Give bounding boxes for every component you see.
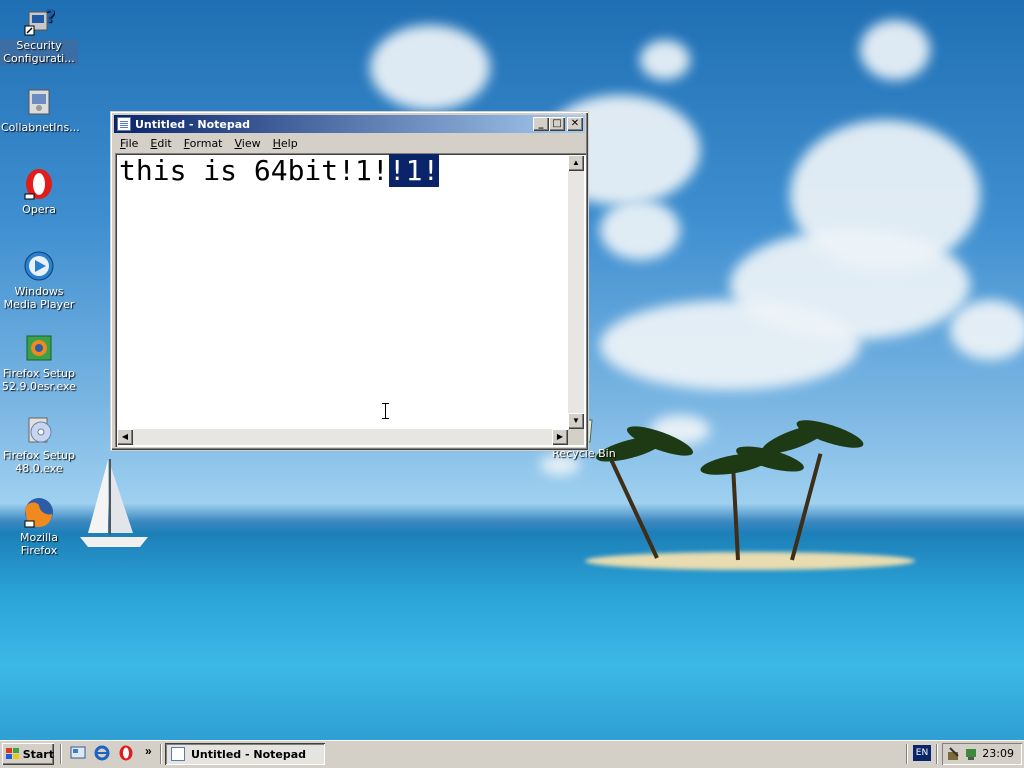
text-cursor-icon <box>381 403 390 419</box>
sailboat <box>80 459 148 547</box>
maximize-button[interactable]: □ <box>549 117 565 131</box>
scroll-left-button[interactable]: ◀ <box>117 429 133 445</box>
notepad-task-icon <box>171 747 185 761</box>
menu-file[interactable]: File <box>114 137 144 150</box>
firefox-setup-icon <box>26 335 52 361</box>
island <box>585 552 915 570</box>
document-text[interactable]: this is 64bit!1!!1! <box>119 154 440 187</box>
start-button[interactable]: Start <box>2 743 54 765</box>
desktop-icon-label: Windows Media Player <box>3 285 75 311</box>
media-player-icon <box>24 251 54 281</box>
window-title: Untitled - Notepad <box>135 117 251 131</box>
desktop-icon-firefox-setup-48[interactable]: Firefox Setup 48.0.exe <box>0 414 78 475</box>
desktop-icon-label: Firefox Setup 52.9.0esr.exe <box>1 367 76 393</box>
start-label: Start <box>22 747 54 761</box>
opera-quicklaunch-icon[interactable] <box>118 745 134 761</box>
menu-view[interactable]: View <box>229 137 267 150</box>
taskbar: Start » Untitled - Notepad EN 23:09 <box>0 740 1024 768</box>
internet-explorer-icon[interactable] <box>94 745 110 761</box>
desktop-icon-firefox-setup-52[interactable]: Firefox Setup 52.9.0esr.exe <box>0 332 78 393</box>
desktop-icon-label: Firefox Setup 48.0.exe <box>3 449 75 475</box>
tray-network-icon[interactable] <box>963 746 979 762</box>
desktop-icon-windows-media-player[interactable]: Windows Media Player <box>0 250 78 311</box>
menu-format[interactable]: Format <box>178 137 229 150</box>
desktop-icon-collabnet[interactable]: CollabnetIns... <box>0 86 80 134</box>
system-tray: 23:09 <box>942 743 1022 765</box>
size-grip[interactable] <box>568 429 584 445</box>
menu-bar: File Edit Format View Help <box>114 134 585 153</box>
scroll-right-button[interactable]: ▶ <box>552 429 568 445</box>
notepad-app-icon[interactable] <box>117 117 131 131</box>
show-desktop-icon[interactable] <box>70 745 86 761</box>
desktop-icon-label: Security Configurati... <box>0 39 78 65</box>
desktop-icon-label: CollabnetIns... <box>1 121 80 134</box>
menu-edit[interactable]: Edit <box>144 137 177 150</box>
desktop-icon-mozilla-firefox[interactable]: Mozilla Firefox <box>0 496 78 557</box>
taskbar-button-notepad[interactable]: Untitled - Notepad <box>165 743 325 765</box>
notepad-window[interactable]: Untitled - Notepad _ □ ✕ File Edit Forma… <box>110 111 589 451</box>
windows-logo-icon <box>6 748 20 760</box>
clock[interactable]: 23:09 <box>982 747 1014 760</box>
selected-text: !1! <box>388 154 440 187</box>
firefox-icon <box>24 498 53 528</box>
scroll-down-button[interactable]: ▼ <box>568 413 584 429</box>
document-text-plain: this is 64bit!1! <box>119 154 389 187</box>
quicklaunch-overflow-button[interactable]: » <box>145 744 152 758</box>
menu-help[interactable]: Help <box>267 137 304 150</box>
desktop-icon-label: Opera <box>22 203 56 216</box>
setup-cd-icon <box>28 417 52 443</box>
language-indicator[interactable]: EN <box>913 745 931 761</box>
text-editor-area[interactable]: this is 64bit!1!!1! ▲ ▼ ◀ ▶ <box>115 153 586 447</box>
close-button[interactable]: ✕ <box>567 117 583 131</box>
security-config-icon: ? <box>24 6 55 36</box>
scroll-up-button[interactable]: ▲ <box>568 155 584 171</box>
desktop-icon-security-configuration[interactable]: ? Security Configurati... <box>0 4 78 65</box>
minimize-button[interactable]: _ <box>533 117 549 131</box>
title-bar[interactable]: Untitled - Notepad _ □ ✕ <box>114 115 585 133</box>
installer-icon <box>28 89 50 115</box>
desktop-icon-label: Mozilla Firefox <box>20 531 58 557</box>
task-label: Untitled - Notepad <box>191 747 307 761</box>
desktop-icon-opera[interactable]: Opera <box>0 168 78 216</box>
svg-text:?: ? <box>45 6 55 27</box>
opera-icon <box>24 169 52 200</box>
horizontal-scrollbar[interactable]: ◀ ▶ <box>117 429 568 445</box>
vertical-scrollbar[interactable]: ▲ ▼ <box>568 155 584 429</box>
tray-tools-icon[interactable] <box>946 746 962 762</box>
